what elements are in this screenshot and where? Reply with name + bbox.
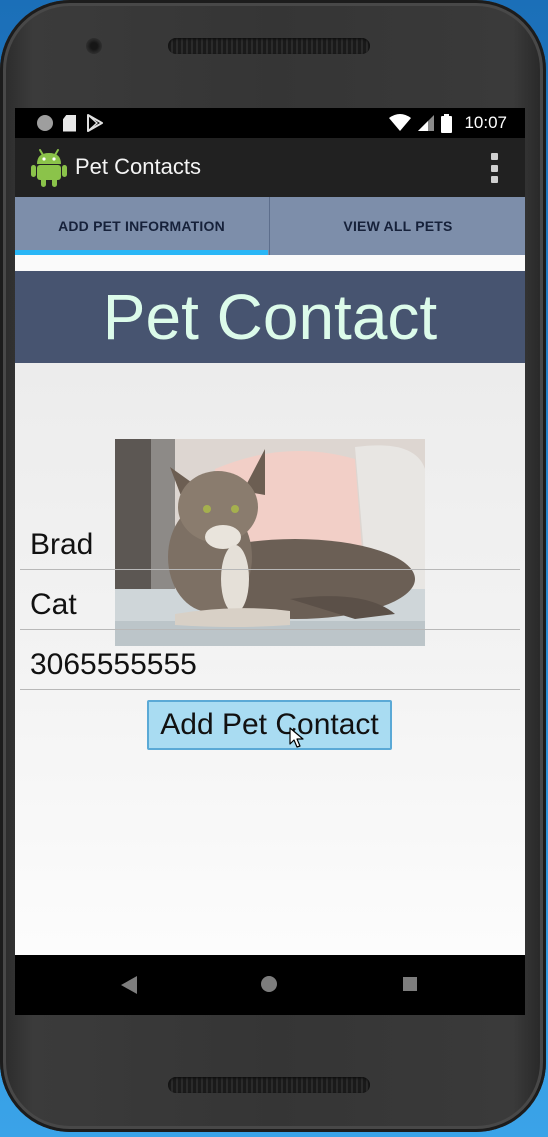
phone-number-field[interactable]	[20, 640, 520, 690]
overflow-menu-icon[interactable]	[489, 153, 499, 183]
battery-icon	[441, 113, 453, 133]
status-time: 10:07	[464, 113, 507, 132]
device-screen: 10:07 Pet Contacts ADD PET INFORMATION V…	[15, 108, 525, 1015]
home-icon[interactable]	[261, 976, 277, 992]
tab-bar: ADD PET INFORMATION VIEW ALL PETS	[15, 197, 525, 255]
back-icon[interactable]	[119, 974, 139, 996]
header-banner: Pet Contact	[15, 271, 525, 363]
sd-card-icon	[63, 114, 76, 132]
notification-dot-icon	[37, 115, 53, 131]
wifi-icon	[389, 114, 412, 131]
page-title: Pet Contact	[102, 281, 438, 353]
selected-tab-indicator	[15, 250, 268, 255]
pet-type-field[interactable]	[20, 580, 520, 630]
bottom-speaker	[168, 1077, 370, 1093]
android-robot-icon	[31, 149, 67, 187]
pet-name-field[interactable]	[20, 520, 520, 570]
app-bar: Pet Contacts	[15, 138, 525, 197]
status-bar: 10:07	[15, 108, 525, 138]
signal-icon	[418, 115, 435, 131]
phone-frame: 10:07 Pet Contacts ADD PET INFORMATION V…	[0, 0, 546, 1132]
earpiece-speaker	[168, 38, 370, 54]
recents-icon[interactable]	[403, 977, 417, 991]
navigation-bar	[15, 955, 525, 1015]
app-title: Pet Contacts	[75, 154, 201, 179]
mouse-cursor-icon	[289, 727, 304, 748]
front-camera	[86, 38, 102, 54]
add-pet-contact-button[interactable]: Add Pet Contact	[147, 700, 392, 750]
tab-add-pet-information[interactable]: ADD PET INFORMATION	[15, 197, 268, 255]
play-store-icon	[87, 114, 103, 132]
tab-view-all-pets[interactable]: VIEW ALL PETS	[269, 197, 525, 255]
